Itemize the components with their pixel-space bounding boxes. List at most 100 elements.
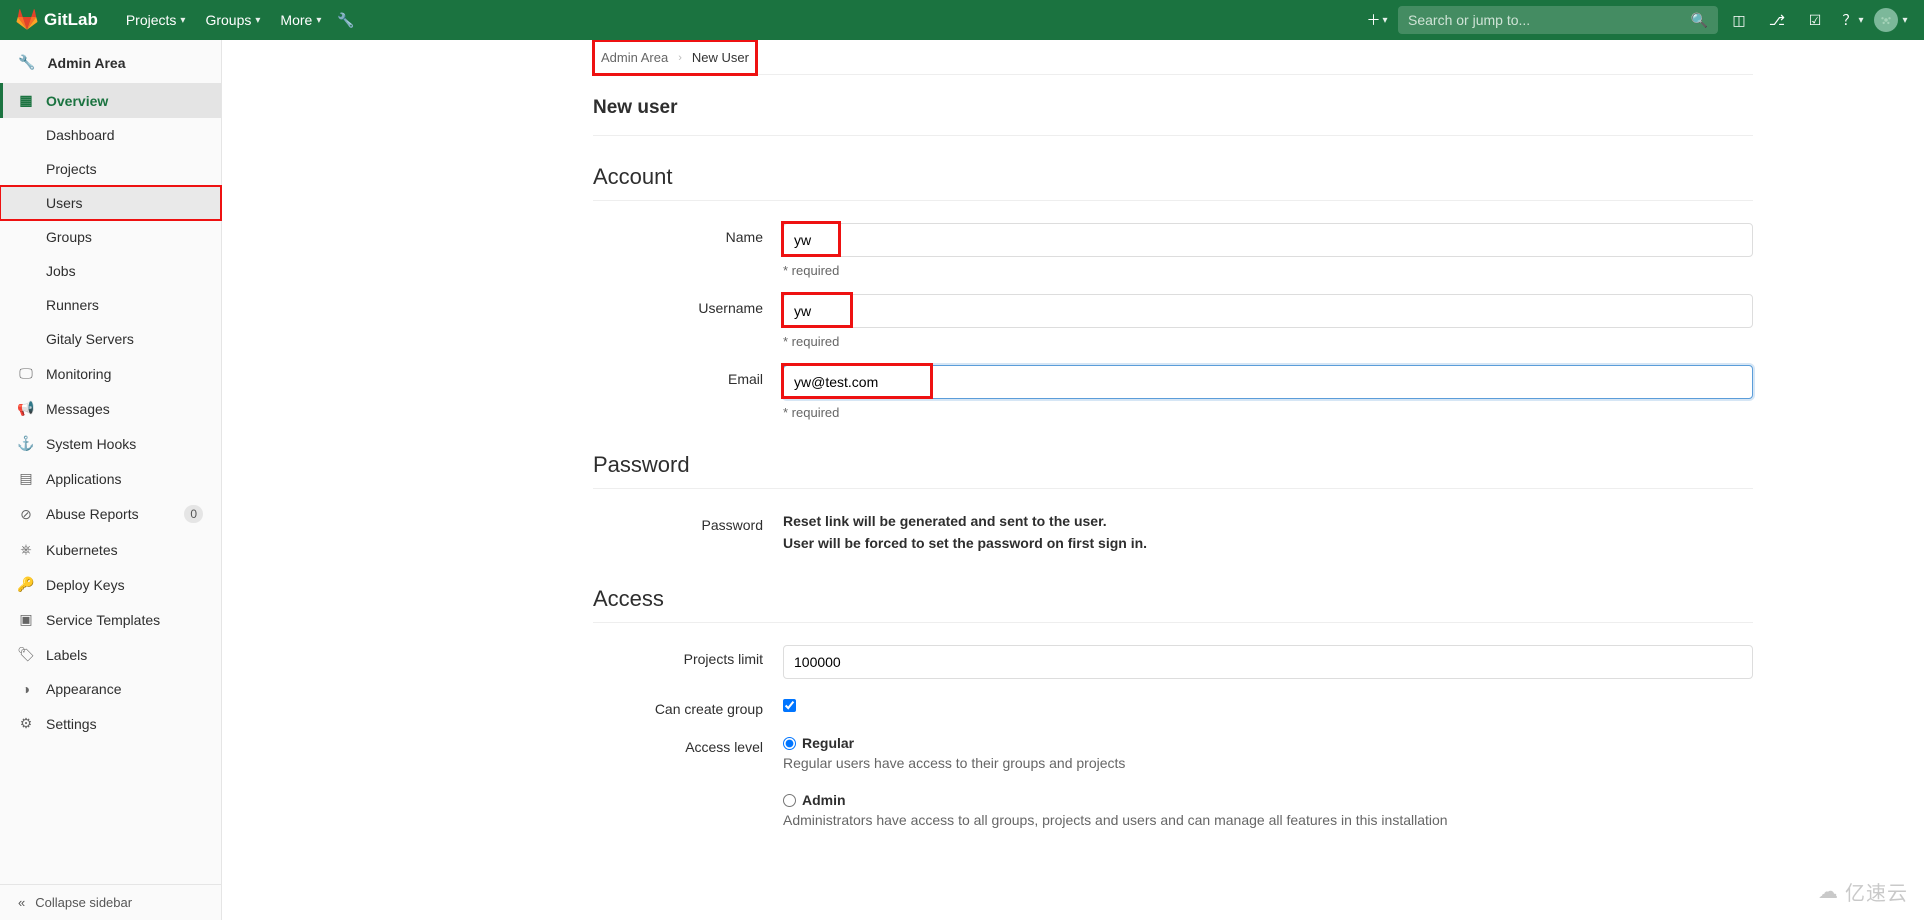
sidebar-context: 🔧 Admin Area	[0, 40, 221, 83]
wrench-icon: 🔧	[337, 12, 354, 29]
sidebar-jobs-label: Jobs	[46, 263, 76, 279]
chevron-down-icon: ▾	[255, 15, 260, 26]
nav-more[interactable]: More▾	[270, 0, 331, 40]
sidebar-context-label: Admin Area	[47, 55, 125, 71]
abuse-count-badge: 0	[184, 505, 203, 523]
sidebar-service-templates[interactable]: ▣ Service Templates	[0, 602, 221, 637]
help-link[interactable]: ？▾	[1836, 0, 1870, 40]
username-input[interactable]	[783, 294, 1753, 328]
collapse-icon: «	[18, 895, 25, 910]
sidebar-system-hooks[interactable]: ⚓System Hooks	[0, 426, 221, 461]
sidebar-projects[interactable]: Projects	[0, 152, 221, 186]
email-input[interactable]	[783, 365, 1753, 399]
sidebar-labels[interactable]: 🏷 Labels	[0, 637, 221, 672]
sidebar-monitoring[interactable]: 🖵 Monitoring	[0, 356, 221, 391]
section-password: Password	[593, 424, 1753, 489]
monitor-icon: 🖵	[18, 365, 34, 382]
access-admin-option[interactable]: Admin	[783, 792, 1753, 808]
user-menu[interactable]: ▾	[1874, 0, 1908, 40]
sidebar-labels-label: Labels	[46, 647, 87, 663]
sidebar-applications-label: Applications	[46, 471, 122, 487]
sidebar-deploy-keys[interactable]: 🔑Deploy Keys	[0, 567, 221, 602]
nav-admin-wrench[interactable]: 🔧	[331, 0, 360, 40]
gear-icon: ⚙	[18, 715, 34, 732]
can-create-group-label: Can create group	[593, 695, 783, 717]
sidebar-gitaly-label: Gitaly Servers	[46, 331, 134, 347]
collapse-sidebar[interactable]: « Collapse sidebar	[0, 884, 221, 920]
sidebar-applications[interactable]: ▤ Applications	[0, 461, 221, 496]
search-input[interactable]	[1408, 12, 1691, 28]
password-label: Password	[593, 511, 783, 554]
hook-icon: ⚓	[18, 435, 34, 452]
name-input[interactable]	[783, 223, 1753, 257]
sidebar-runners[interactable]: Runners	[0, 288, 221, 322]
new-dropdown[interactable]: ＋▾	[1360, 0, 1394, 40]
sidebar-gitaly[interactable]: Gitaly Servers	[0, 322, 221, 356]
sidebar-monitoring-label: Monitoring	[46, 366, 111, 382]
brand-text: GitLab	[44, 10, 98, 30]
sidebar-dashboard-label: Dashboard	[46, 127, 115, 143]
nav-groups-label: Groups	[205, 12, 251, 28]
sidebar-runners-label: Runners	[46, 297, 99, 313]
email-label: Email	[593, 365, 783, 420]
sidebar-abuse-reports[interactable]: ⊘ Abuse Reports 0	[0, 496, 221, 532]
sidebar-overview[interactable]: ▦ Overview	[0, 83, 221, 118]
page-title: New user	[593, 75, 1753, 136]
row-email: Email * required	[593, 353, 1753, 424]
todos-link[interactable]: ☑	[1798, 0, 1832, 40]
question-icon: ？	[1842, 10, 1856, 30]
breadcrumb: Admin Area › New User	[593, 40, 757, 75]
chevron-right-icon: ›	[678, 52, 682, 64]
sidebar-appearance-label: Appearance	[46, 681, 122, 697]
breadcrumb-root[interactable]: Admin Area	[601, 50, 668, 65]
merge-requests-link[interactable]: ⎇	[1760, 0, 1794, 40]
row-can-create-group: Can create group	[593, 683, 1753, 721]
breadcrumb-current: New User	[692, 50, 749, 65]
sidebar-users[interactable]: Users	[0, 186, 221, 220]
sidebar-groups[interactable]: Groups	[0, 220, 221, 254]
nav-projects[interactable]: Projects▾	[116, 0, 196, 40]
sidebar-kubernetes-label: Kubernetes	[46, 542, 118, 558]
sidebar-groups-label: Groups	[46, 229, 92, 245]
nav-projects-label: Projects	[126, 12, 177, 28]
template-icon: ▣	[18, 611, 34, 628]
chevron-down-icon: ▾	[316, 15, 321, 26]
can-create-group-checkbox[interactable]	[783, 699, 796, 712]
global-search[interactable]: 🔍	[1398, 6, 1718, 34]
projects-limit-input[interactable]	[783, 645, 1753, 679]
sidebar-messages[interactable]: 📢Messages	[0, 391, 221, 426]
issues-link[interactable]: ◫	[1722, 0, 1756, 40]
applications-icon: ▤	[18, 470, 34, 487]
sidebar-service-templates-label: Service Templates	[46, 612, 160, 628]
row-projects-limit: Projects limit	[593, 633, 1753, 683]
sidebar-abuse-label: Abuse Reports	[46, 506, 139, 522]
access-regular-radio[interactable]	[783, 737, 796, 750]
sidebar-users-label: Users	[46, 195, 83, 211]
todos-icon: ☑	[1809, 12, 1822, 29]
email-required-hint: * required	[783, 405, 1753, 420]
plus-icon: ＋	[1366, 10, 1380, 30]
nav-primary: Projects▾ Groups▾ More▾ 🔧	[116, 0, 361, 40]
access-admin-radio[interactable]	[783, 794, 796, 807]
nav-groups[interactable]: Groups ▾	[195, 0, 270, 40]
brand[interactable]: GitLab	[16, 9, 98, 31]
sidebar-settings-label: Settings	[46, 716, 97, 732]
chevron-down-icon: ▾	[180, 15, 185, 26]
nav-secondary: ＋▾ 🔍 ◫ ⎇ ☑ ？▾ ▾	[1360, 0, 1908, 40]
access-regular-option[interactable]: Regular	[783, 735, 1753, 751]
admin-sidebar: 🔧 Admin Area ▦ Overview Dashboard Projec…	[0, 40, 222, 920]
sidebar-dashboard[interactable]: Dashboard	[0, 118, 221, 152]
sidebar-overview-sub: Dashboard Projects Users Groups Jobs Run…	[0, 118, 221, 356]
section-access: Access	[593, 558, 1753, 623]
overview-icon: ▦	[18, 92, 34, 109]
row-name: Name * required	[593, 211, 1753, 282]
tag-icon: 🏷	[18, 646, 34, 663]
sidebar-settings[interactable]: ⚙ Settings	[0, 706, 221, 741]
key-icon: 🔑	[18, 576, 34, 593]
sidebar-kubernetes[interactable]: ⎈Kubernetes	[0, 532, 221, 567]
top-navbar: GitLab Projects▾ Groups▾ More▾ 🔧 ＋▾ 🔍 ◫ …	[0, 0, 1924, 40]
username-label: Username	[593, 294, 783, 349]
access-admin-desc: Administrators have access to all groups…	[783, 810, 1753, 831]
sidebar-appearance[interactable]: ◑Appearance	[0, 672, 221, 706]
sidebar-jobs[interactable]: Jobs	[0, 254, 221, 288]
